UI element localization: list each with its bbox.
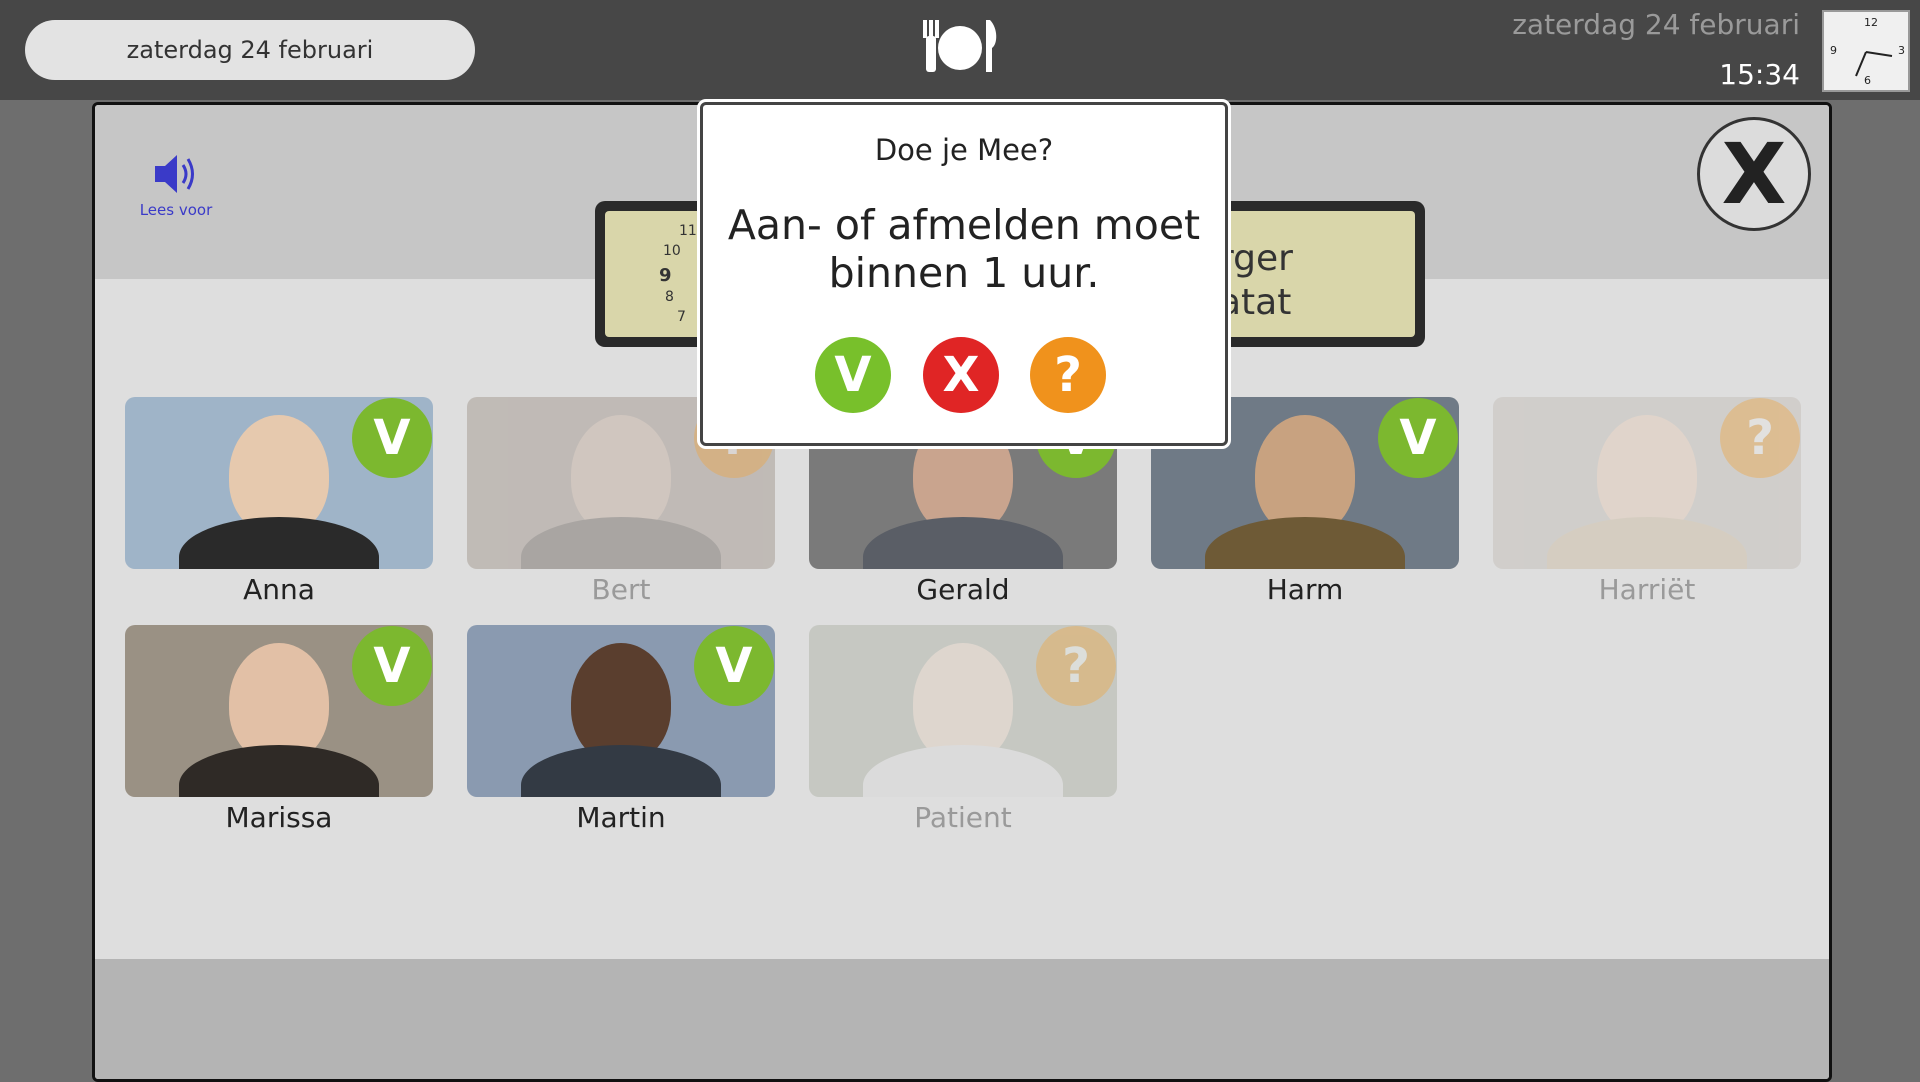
person-card-harriet[interactable]: ? Harriët (1493, 397, 1801, 607)
date-pill[interactable]: zaterdag 24 februari (25, 20, 475, 80)
status-badge-yes: V (352, 398, 432, 478)
participation-dialog: Doe je Mee? Aan- of afmelden moet binnen… (700, 102, 1228, 446)
person-card-marissa[interactable]: V Marissa (125, 625, 433, 835)
check-icon: V (834, 347, 872, 403)
status-badge-yes: V (694, 626, 774, 706)
clock-number: 11 (679, 223, 697, 239)
activity-card-meal-inner: rger atat (1225, 211, 1415, 337)
maybe-button[interactable]: ? (1030, 337, 1106, 413)
panel-footer (95, 959, 1829, 1079)
person-name: Bert (591, 573, 651, 606)
dialog-message: Aan- of afmelden moet binnen 1 uur. (727, 201, 1201, 297)
person-name: Marissa (225, 801, 333, 834)
top-time: 15:34 (1719, 58, 1800, 91)
person-name: Martin (576, 801, 666, 834)
activity-card-meal[interactable]: rger atat (1215, 201, 1425, 347)
person-name: Gerald (916, 573, 1010, 606)
svg-text:9: 9 (1830, 44, 1837, 57)
person-name: Harm (1266, 573, 1344, 606)
question-icon: ? (1054, 347, 1082, 403)
confirm-yes-button[interactable]: V (815, 337, 891, 413)
decline-no-button[interactable]: X (923, 337, 999, 413)
person-name: Anna (243, 573, 315, 606)
svg-text:6: 6 (1864, 74, 1871, 87)
clock-number: 9 (659, 265, 672, 286)
date-pill-text: zaterdag 24 februari (126, 36, 374, 64)
clock-number: 7 (677, 309, 686, 325)
clock-number: 8 (665, 289, 674, 305)
read-aloud-label: Lees voor (139, 201, 213, 219)
top-bar: zaterdag 24 februari zaterdag 24 februar… (0, 0, 1920, 100)
clock-number: 10 (663, 243, 681, 259)
person-name: Harriët (1598, 573, 1696, 606)
person-card-anna[interactable]: V Anna (125, 397, 433, 607)
svg-text:12: 12 (1864, 16, 1878, 29)
activity-card-meal-title: rger atat (1225, 237, 1409, 325)
status-badge-maybe: ? (1036, 626, 1116, 706)
status-badge-maybe: ? (1720, 398, 1800, 478)
top-date: zaterdag 24 februari (1512, 8, 1800, 41)
meal-title-line: atat (1225, 282, 1292, 323)
read-aloud-button[interactable]: Lees voor (131, 149, 221, 229)
plate-cutlery-icon (923, 20, 997, 72)
close-icon: X (1721, 125, 1787, 223)
person-name: Patient (914, 801, 1012, 834)
person-card-martin[interactable]: V Martin (467, 625, 775, 835)
meal-title-line: rger (1225, 238, 1293, 279)
status-badge-yes: V (352, 626, 432, 706)
dialog-title: Doe je Mee? (874, 133, 1054, 167)
cross-icon: X (942, 347, 980, 403)
status-badge-yes: V (1378, 398, 1458, 478)
person-card-patient[interactable]: ? Patient (809, 625, 1117, 835)
close-button[interactable]: X (1697, 117, 1811, 231)
speaker-icon (155, 155, 194, 193)
analog-clock-icon: 12 3 6 9 (1822, 10, 1910, 92)
svg-text:3: 3 (1898, 44, 1905, 57)
